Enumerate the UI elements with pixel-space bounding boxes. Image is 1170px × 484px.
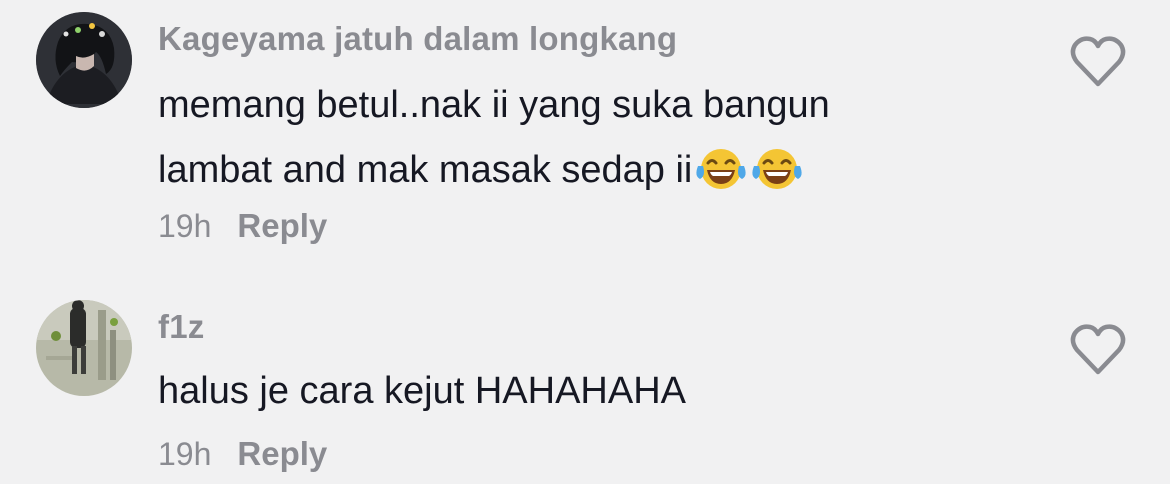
reply-button[interactable]: Reply xyxy=(237,207,327,245)
avatar[interactable] xyxy=(36,12,132,108)
face-with-tears-of-joy-icon xyxy=(752,149,802,189)
comment-item: Kageyama jatuh dalam longkang memang bet… xyxy=(0,0,1170,260)
comment-meta: 19h Reply xyxy=(158,435,327,473)
comment-username[interactable]: f1z xyxy=(158,308,204,346)
comment-text-line: memang betul..nak ii yang suka bangun xyxy=(158,84,830,126)
comment-timestamp: 19h xyxy=(158,208,212,244)
comment-item: f1z halus je cara kejut HAHAHAHA 19h Rep… xyxy=(0,260,1170,484)
avatar-image xyxy=(36,300,132,396)
face-with-tears-of-joy-icon xyxy=(696,149,746,189)
reply-button[interactable]: Reply xyxy=(237,435,327,473)
heart-outline-icon xyxy=(1070,324,1126,375)
like-button[interactable] xyxy=(1068,322,1128,378)
comment-text-line-text: lambat and mak masak sedap ii xyxy=(158,149,693,191)
avatar-image xyxy=(36,12,132,108)
comment-meta: 19h Reply xyxy=(158,207,327,245)
comment-text-line: lambat and mak masak sedap ii xyxy=(158,146,804,192)
like-button[interactable] xyxy=(1068,34,1128,90)
heart-outline-icon xyxy=(1070,36,1126,87)
comment-timestamp: 19h xyxy=(158,436,212,472)
comment-username[interactable]: Kageyama jatuh dalam longkang xyxy=(158,20,677,58)
comment-text-line: halus je cara kejut HAHAHAHA xyxy=(158,370,686,412)
avatar[interactable] xyxy=(36,300,132,396)
